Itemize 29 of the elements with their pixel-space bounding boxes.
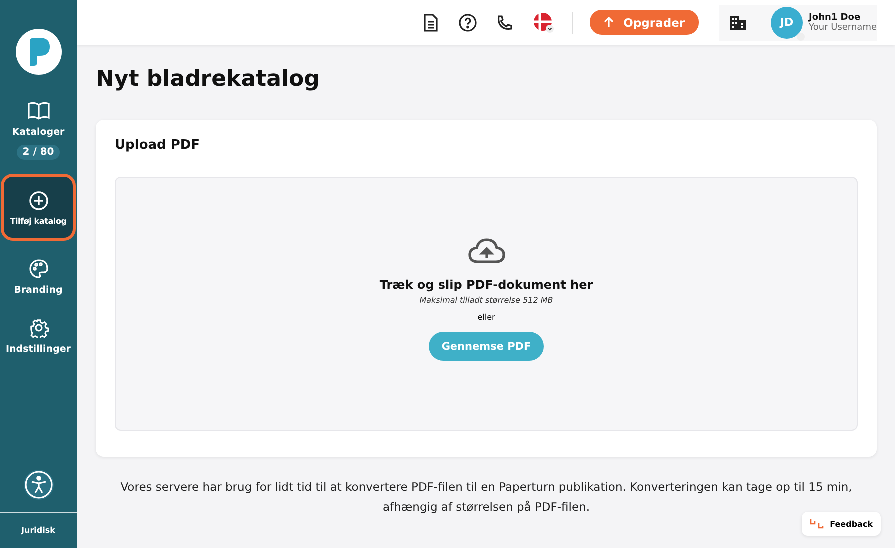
book-icon <box>28 101 50 121</box>
feedback-button[interactable]: Feedback <box>802 512 881 536</box>
card-title: Upload PDF <box>115 138 202 153</box>
arrow-up-icon <box>604 17 614 28</box>
drop-instruction: Træk og slip PDF-dokument her <box>380 278 594 292</box>
sidebar-item[interactable]: Branding <box>0 253 77 302</box>
feedback-icon <box>810 518 824 530</box>
page-title: Nyt bladrekatalog <box>96 67 321 92</box>
flag-icon[interactable] <box>532 12 555 34</box>
sidebar-item[interactable]: Indstillinger <box>0 312 77 361</box>
size-limit-text: Maksimal tilladt størrelse 512 MB <box>420 296 554 305</box>
building-icon[interactable] <box>729 14 748 30</box>
count-badge: 2 / 80 <box>16 145 60 160</box>
sidebar-item[interactable]: Tilføj katalog <box>1 174 76 241</box>
phone-icon[interactable] <box>496 14 513 30</box>
username: Your Username <box>809 22 877 32</box>
document-icon[interactable] <box>422 14 439 32</box>
or-text: eller <box>478 313 496 322</box>
logo-icon[interactable] <box>16 29 62 75</box>
palette-icon <box>28 259 48 279</box>
user-name: John1 Doe <box>809 12 862 22</box>
legal-link[interactable]: Juridisk <box>22 526 56 535</box>
plus-circle-icon <box>28 191 48 211</box>
settings-icon <box>28 318 48 338</box>
accessibility-button[interactable] <box>24 470 54 500</box>
help-icon[interactable] <box>458 14 477 32</box>
drop-zone[interactable]: Træk og slip PDF-dokument her Maksimal tilladt størrelse 512 MB eller Gennemse PDF <box>115 177 858 431</box>
sidebar-item[interactable]: Kataloger <box>0 95 77 144</box>
cloud-upload-icon <box>468 238 506 264</box>
